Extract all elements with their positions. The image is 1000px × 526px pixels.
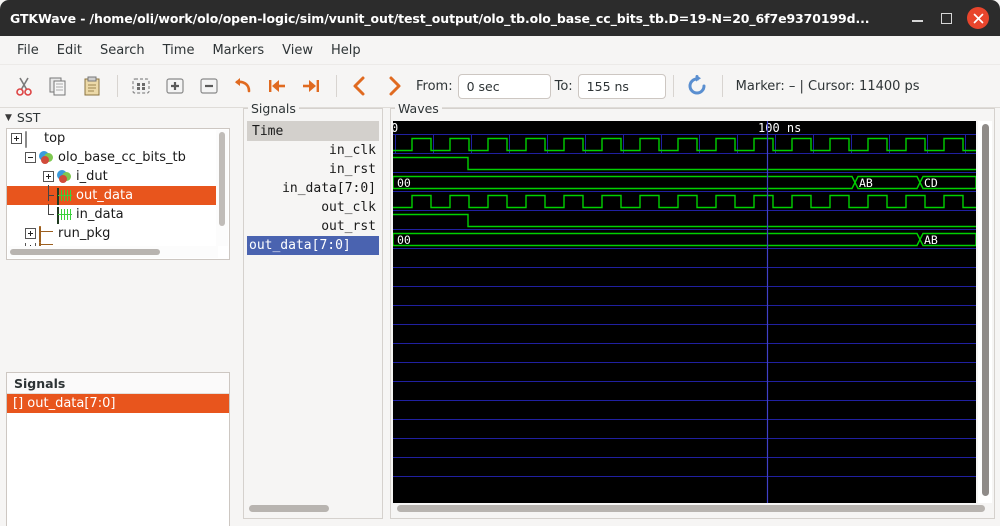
toolbar-separator [117,75,118,97]
cylinder-icon [25,130,40,148]
wave-canvas[interactable]: 0 100 ns 00 AB CD 00 AB [393,121,976,503]
menu-item-time[interactable]: Time [154,40,204,61]
sst-header[interactable]: ▼ SST [0,108,236,127]
tree-item-label: i_dut [76,169,108,184]
menu-item-view[interactable]: View [273,40,322,61]
tree-item-top[interactable]: top [7,129,217,148]
zoom-in-icon[interactable] [159,70,191,102]
toolbar: From: 0 sec To: 155 ns Marker: – | Curso… [0,65,1000,108]
zoom-out-icon[interactable] [193,70,225,102]
menu-item-file[interactable]: File [8,40,48,61]
toolbar-separator [336,75,337,97]
reload-icon[interactable] [681,70,713,102]
signal-row-in-data[interactable]: in_data[7:0] [247,179,379,198]
sst-tree[interactable]: top olo_base_cc_bits_tb i_dut out_data i… [6,128,230,260]
menu-item-markers[interactable]: Markers [203,40,273,61]
svg-text:00: 00 [397,176,411,190]
maximize-icon[interactable] [938,10,955,27]
window-title: GTKWave - /home/oli/work/olo/open-logic/… [10,10,870,26]
tree-item-i-dut[interactable]: i_dut [7,167,217,186]
tree-item-label: olo_base_cc_bits_tb [58,150,186,165]
expander-minus-icon[interactable] [25,152,36,163]
module-icon [39,150,54,165]
tree-item-in-data[interactable]: in_data [7,204,217,224]
expander-minus-icon[interactable] [11,133,22,144]
paste-icon[interactable] [76,70,108,102]
signal-row-out-data[interactable]: out_data[7:0] [247,236,379,255]
tree-vertical-scrollbar[interactable] [216,130,228,246]
expander-plus-icon[interactable] [43,171,54,182]
svg-text:CD: CD [924,176,938,190]
marker-cursor-status: Marker: – | Cursor: 11400 ps [735,78,920,94]
menu-item-edit[interactable]: Edit [48,40,91,61]
tree-item-label: in_data [76,207,124,222]
goto-start-icon[interactable] [261,70,293,102]
tree-branch-icon [43,185,54,201]
gtkwave-window: GTKWave - /home/oli/work/olo/open-logic/… [0,0,1000,526]
window-controls [909,7,1000,29]
signal-row-in-clk[interactable]: in_clk [247,141,379,160]
toolbar-separator [672,75,674,97]
to-input[interactable]: 155 ns [577,73,666,99]
chevron-down-icon: ▼ [5,112,12,123]
signal-names-list[interactable]: Time in_clk in_rst in_data[7:0] out_clk … [247,121,379,255]
waveform-icon [57,187,72,205]
menu-bar: File Edit Search Time Markers View Help [0,36,1000,65]
selected-signals-list[interactable]: Signals [] out_data[7:0] [6,372,230,526]
svg-text:AB: AB [859,176,873,190]
sst-header-label: SST [16,110,41,125]
close-icon[interactable] [967,7,989,29]
signal-row-out-clk[interactable]: out_clk [247,198,379,217]
signal-names-horizontal-scrollbar[interactable] [247,502,377,514]
copy-icon[interactable] [42,70,74,102]
module-icon [57,169,72,184]
from-input[interactable]: 0 sec [457,73,551,99]
from-label: From: [416,78,453,94]
prev-edge-icon[interactable] [344,70,376,102]
waves-pane: Waves 0 100 ns 00 AB CD 00 AB [390,101,995,519]
minimize-icon[interactable] [909,10,926,27]
svg-text:00: 00 [397,233,411,247]
tree-item-label: run_pkg [58,226,111,241]
menu-item-help[interactable]: Help [322,40,370,61]
sst-tree-rows: top olo_base_cc_bits_tb i_dut out_data i… [7,129,217,251]
tree-item-olo-base-cc-bits-tb[interactable]: olo_base_cc_bits_tb [7,148,217,167]
zoom-fit-icon[interactable] [125,70,157,102]
tree-item-label: top [44,131,66,146]
signal-names-legend: Signals [248,101,299,116]
tree-branch-icon [43,204,54,220]
expander-plus-icon[interactable] [25,228,36,239]
package-icon [39,225,54,243]
signal-time-header: Time [247,121,379,141]
sst-pane: ▼ SST top olo_base_cc_bits_tb i_dut out_… [0,108,236,526]
next-edge-icon[interactable] [378,70,410,102]
signal-names-pane: Signals Time in_clk in_rst in_data[7:0] … [243,101,383,519]
cut-icon[interactable] [8,70,40,102]
waveform-icon [57,206,72,224]
waves-vertical-scrollbar[interactable] [978,121,992,503]
waves-legend: Waves [395,101,442,116]
list-item[interactable]: [] out_data[7:0] [7,394,229,413]
selected-signals-header: Signals [7,373,229,394]
tree-item-run-pkg[interactable]: run_pkg [7,224,217,243]
tree-horizontal-scrollbar[interactable] [8,246,218,258]
svg-text:AB: AB [924,233,938,247]
tree-item-out-data[interactable]: out_data [7,185,217,205]
signal-row-in-rst[interactable]: in_rst [247,160,379,179]
waveform-drawing: 00 AB CD 00 AB [393,121,976,503]
signal-row-out-rst[interactable]: out_rst [247,217,379,236]
goto-end-icon[interactable] [295,70,327,102]
title-bar: GTKWave - /home/oli/work/olo/open-logic/… [0,0,1000,36]
menu-item-search[interactable]: Search [91,40,154,61]
to-label: To: [554,78,573,94]
waves-horizontal-scrollbar[interactable] [395,502,989,514]
toolbar-separator [721,75,723,97]
zoom-undo-icon[interactable] [227,70,259,102]
tree-item-label: out_data [76,188,134,203]
